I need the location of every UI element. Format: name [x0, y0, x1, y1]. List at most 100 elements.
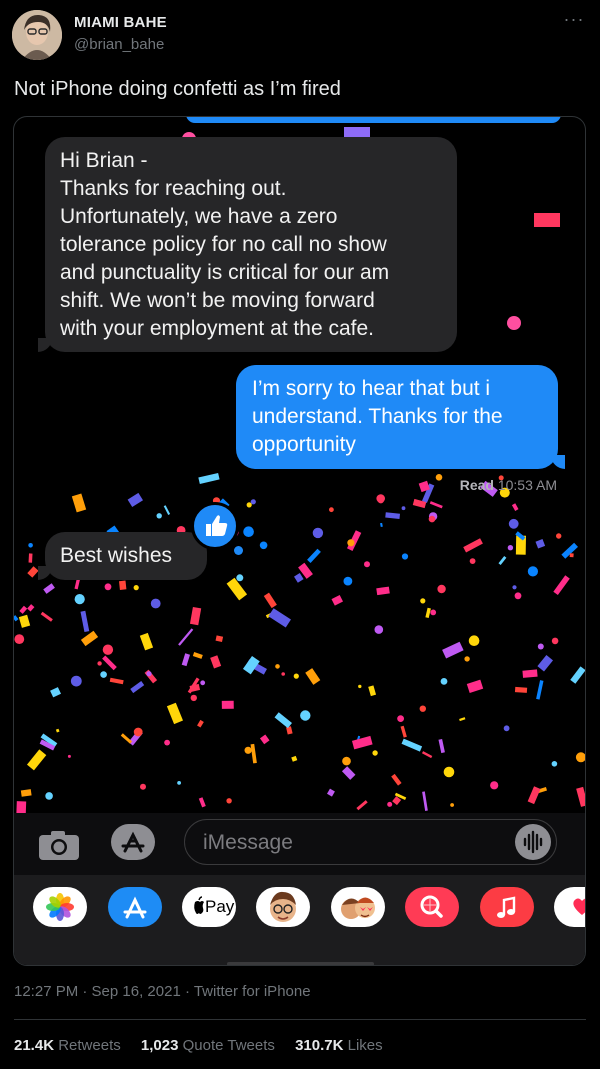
message-line: shift. We won’t be moving forward — [60, 289, 375, 312]
confetti-piece — [275, 664, 280, 669]
app-store-icon[interactable] — [110, 823, 156, 861]
confetti-piece — [80, 630, 99, 647]
confetti-piece — [139, 632, 154, 651]
confetti-piece — [385, 512, 401, 519]
confetti-piece — [464, 656, 470, 662]
thumbs-up-icon — [191, 502, 239, 550]
confetti-piece — [380, 522, 383, 528]
confetti-piece — [190, 694, 197, 702]
confetti-piece — [442, 641, 464, 659]
input-placeholder: iMessage — [203, 831, 293, 854]
confetti-piece — [534, 213, 560, 227]
confetti-piece — [28, 543, 33, 548]
confetti-piece — [503, 725, 510, 732]
confetti-piece — [420, 598, 426, 604]
confetti-piece — [401, 553, 409, 560]
confetti-piece — [197, 719, 204, 728]
quote-tweets-stat[interactable]: 1,023 Quote Tweets — [141, 1037, 275, 1054]
music-app-icon[interactable] — [480, 887, 534, 927]
confetti-piece — [293, 673, 299, 679]
more-options-button[interactable]: ··· — [562, 10, 586, 34]
confetti-piece — [527, 786, 541, 805]
confetti-piece — [508, 518, 519, 529]
confetti-piece — [210, 655, 222, 669]
confetti-piece — [507, 316, 521, 330]
tapback-dot — [234, 546, 243, 555]
confetti-piece — [146, 671, 152, 677]
confetti-piece — [356, 800, 368, 811]
confetti-piece — [498, 555, 507, 566]
tweet-header: MIAMI BAHE @brian_bahe ··· — [0, 0, 600, 66]
confetti-piece — [514, 592, 522, 600]
confetti-piece — [140, 783, 146, 790]
confetti-piece — [569, 553, 574, 558]
confetti-piece — [104, 583, 112, 591]
display-name[interactable]: MIAMI BAHE — [74, 14, 167, 31]
confetti-piece — [43, 583, 55, 594]
message-line: tolerance policy for no call no show — [60, 233, 387, 256]
confetti-piece — [20, 789, 32, 797]
digital-touch-icon[interactable] — [554, 887, 585, 927]
confetti-piece — [268, 608, 291, 628]
confetti-piece — [130, 681, 145, 694]
confetti-piece — [14, 615, 19, 622]
confetti-piece — [514, 686, 528, 693]
confetti-piece — [192, 652, 203, 659]
confetti-piece — [307, 548, 321, 564]
confetti-piece — [429, 501, 443, 509]
retweets-stat[interactable]: 21.4K Retweets — [14, 1037, 121, 1054]
audio-waveform-icon[interactable] — [515, 824, 551, 860]
confetti-piece — [28, 553, 33, 563]
image-search-icon[interactable] — [405, 887, 459, 927]
message-input-bar: iMessage — [14, 813, 585, 875]
confetti-piece — [377, 497, 384, 504]
confetti-piece — [250, 499, 256, 505]
avatar[interactable] — [12, 10, 62, 60]
confetti-piece — [263, 592, 277, 609]
imessage-input[interactable]: iMessage — [184, 819, 557, 865]
confetti-piece — [259, 541, 268, 550]
apple-pay-label: Pay — [205, 897, 235, 916]
confetti-piece — [119, 580, 127, 590]
app-store-app-icon[interactable] — [108, 887, 162, 927]
tweet-text: Not iPhone doing confetti as I’m fired — [14, 78, 341, 100]
tweet-timestamp[interactable]: 12:27 PM · Sep 16, 2021 · Twitter for iP… — [14, 983, 311, 1000]
confetti-piece — [109, 677, 124, 685]
confetti-piece — [425, 607, 431, 619]
confetti-piece — [236, 574, 244, 582]
divider — [14, 1019, 586, 1020]
confetti-piece — [189, 606, 202, 626]
user-handle[interactable]: @brian_bahe — [74, 36, 164, 53]
confetti-piece — [342, 756, 351, 766]
tweet-media-image[interactable]: Hi Brian - Thanks for reaching out. Unfo… — [13, 116, 586, 966]
likes-stat[interactable]: 310.7K Likes — [295, 1037, 383, 1054]
message-line: opportunity — [252, 433, 356, 456]
confetti-piece — [343, 576, 353, 586]
confetti-piece — [522, 669, 538, 678]
message-line: with your employment at the cafe. — [60, 317, 374, 340]
confetti-piece — [576, 786, 585, 807]
confetti-piece — [351, 735, 373, 750]
confetti-piece — [102, 655, 117, 671]
confetti-piece — [300, 710, 311, 721]
avatar-image — [12, 10, 62, 60]
confetti-piece — [401, 738, 423, 752]
memoji-app-icon[interactable] — [256, 887, 310, 927]
message-line: Thanks for reaching out. — [60, 177, 287, 200]
message-line: understand. Thanks for the — [252, 405, 503, 428]
confetti-piece — [226, 798, 232, 804]
confetti-piece — [133, 727, 143, 737]
apple-pay-icon[interactable]: Pay — [182, 887, 236, 927]
confetti-piece — [327, 788, 335, 797]
memoji-stickers-icon[interactable] — [331, 887, 385, 927]
confetti-piece — [14, 634, 25, 644]
camera-icon[interactable] — [38, 831, 80, 861]
confetti-piece — [512, 585, 517, 590]
photos-app-icon[interactable] — [33, 887, 87, 927]
confetti-piece — [463, 538, 483, 553]
confetti-piece — [164, 739, 171, 746]
confetti-piece — [226, 577, 248, 601]
message-line: Hi Brian - — [60, 149, 148, 172]
confetti-piece — [391, 773, 402, 786]
confetti-piece — [535, 539, 546, 549]
